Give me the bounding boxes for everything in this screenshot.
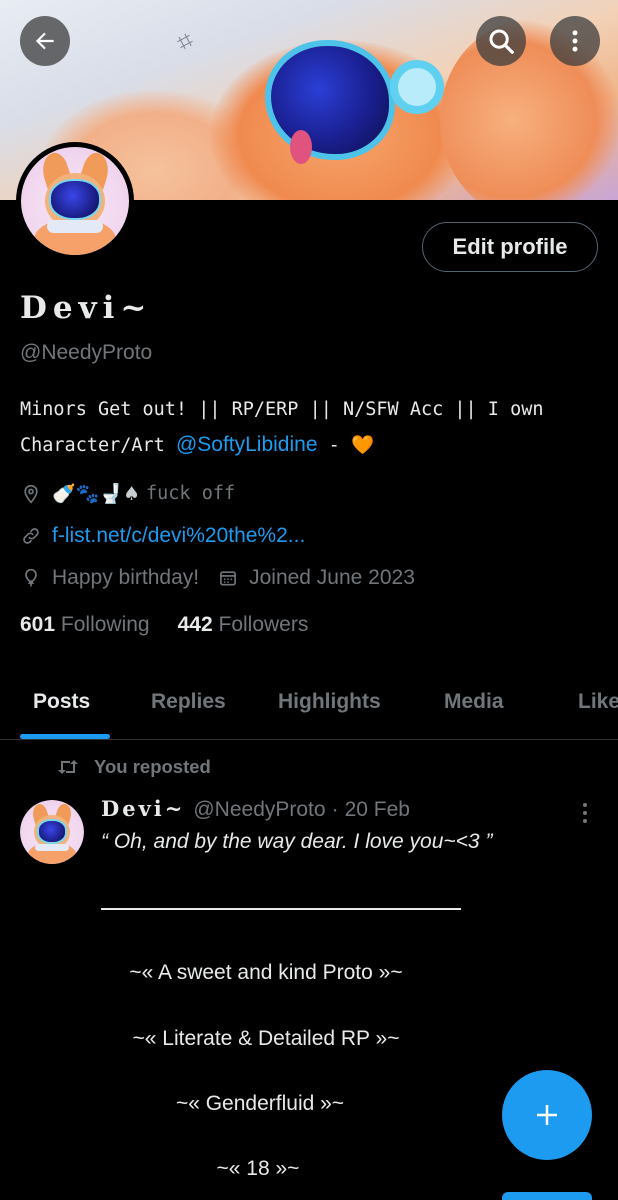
bio-trailing: - — [317, 435, 351, 456]
plus-icon — [537, 1105, 557, 1125]
bottom-nav-peek — [502, 1192, 592, 1200]
post-author-avatar[interactable] — [20, 800, 84, 864]
tab-posts[interactable]: Posts — [33, 690, 90, 714]
profile-bio: Minors Get out! || RP/ERP || N/SFW Acc |… — [20, 392, 600, 463]
post-author-handle[interactable]: @NeedyProto — [193, 798, 325, 822]
birthday-joined-row: Happy birthday! Joined June 2023 — [20, 566, 415, 590]
following-link[interactable]: 601 Following — [20, 613, 150, 637]
post-text-line: “ Oh, and by the way dear. I love you~<3… — [101, 830, 492, 854]
edit-profile-button[interactable]: Edit profile — [422, 222, 598, 272]
calendar-icon — [217, 567, 239, 589]
post-date[interactable]: 20 Feb — [345, 798, 410, 822]
header-separator: · — [331, 798, 339, 821]
profile-handle: @NeedyProto — [20, 341, 153, 364]
arrow-left-icon — [35, 32, 54, 50]
compose-button[interactable] — [502, 1070, 592, 1160]
followers-count: 442 — [177, 613, 213, 636]
location-pin-icon — [20, 483, 42, 505]
repost-label: You reposted — [94, 756, 211, 777]
location-text: fuck off — [146, 483, 236, 504]
balloon-icon — [20, 567, 42, 589]
following-label: Following — [60, 613, 150, 636]
post-more-button[interactable] — [574, 800, 596, 831]
more-vertical-icon — [583, 803, 587, 823]
banner-art — [290, 130, 312, 164]
website-row: f-list.net/c/devi%20the%2... — [20, 524, 305, 548]
post-text-line: ~« 18 »~ — [216, 1157, 300, 1180]
post-header: Devi~ @NeedyProto · 20 Feb — [101, 796, 410, 822]
search-icon — [489, 29, 514, 54]
banner-art: ⌗ — [171, 24, 199, 58]
tab-highlights[interactable]: Highlights — [278, 690, 381, 714]
tab-media[interactable]: Media — [444, 690, 504, 714]
display-name: Devi~ — [20, 290, 153, 326]
avatar-image — [21, 147, 129, 255]
post-quote: “ Oh, and by the way dear. I love you~<3… — [101, 830, 493, 853]
post-author-name[interactable]: Devi~ — [101, 796, 185, 821]
tab-likes[interactable]: Like — [578, 690, 618, 714]
followers-link[interactable]: 442 Followers — [178, 613, 309, 637]
more-button[interactable] — [550, 16, 600, 66]
following-count: 601 — [20, 613, 56, 636]
avatar-image — [20, 800, 84, 864]
website-link[interactable]: f-list.net/c/devi%20the%2... — [52, 524, 305, 548]
repost-indicator: You reposted — [56, 756, 211, 778]
post-text-line: ~« A sweet and kind Proto »~ — [129, 961, 403, 984]
heart-emoji: 🧡 — [350, 435, 374, 456]
profile-avatar[interactable] — [16, 142, 134, 260]
profile-tabs: Posts Replies Highlights Media Like — [0, 676, 618, 740]
location-row: 🍼🐾🚽♠ fuck off — [20, 482, 235, 505]
banner-art — [390, 60, 444, 114]
joined-text: Joined June 2023 — [249, 566, 415, 589]
back-button[interactable] — [20, 16, 70, 66]
post-divider-line — [101, 908, 461, 910]
bio-mention-link[interactable]: @SoftyLibidine — [176, 433, 318, 456]
link-icon — [20, 525, 42, 547]
more-vertical-icon — [572, 30, 578, 52]
birthday-text: Happy birthday! — [52, 566, 200, 589]
location-emoji: 🍼🐾🚽♠ — [52, 483, 141, 505]
follow-stats: 601 Following 442 Followers — [20, 613, 336, 637]
post-text-line: ~« Literate & Detailed RP »~ — [132, 1027, 400, 1050]
tab-replies[interactable]: Replies — [151, 690, 226, 714]
followers-label: Followers — [218, 613, 309, 636]
repost-icon — [56, 757, 80, 777]
post-text-line: ~« Genderfluid »~ — [175, 1092, 345, 1115]
active-tab-indicator — [20, 734, 110, 739]
search-button[interactable] — [476, 16, 526, 66]
